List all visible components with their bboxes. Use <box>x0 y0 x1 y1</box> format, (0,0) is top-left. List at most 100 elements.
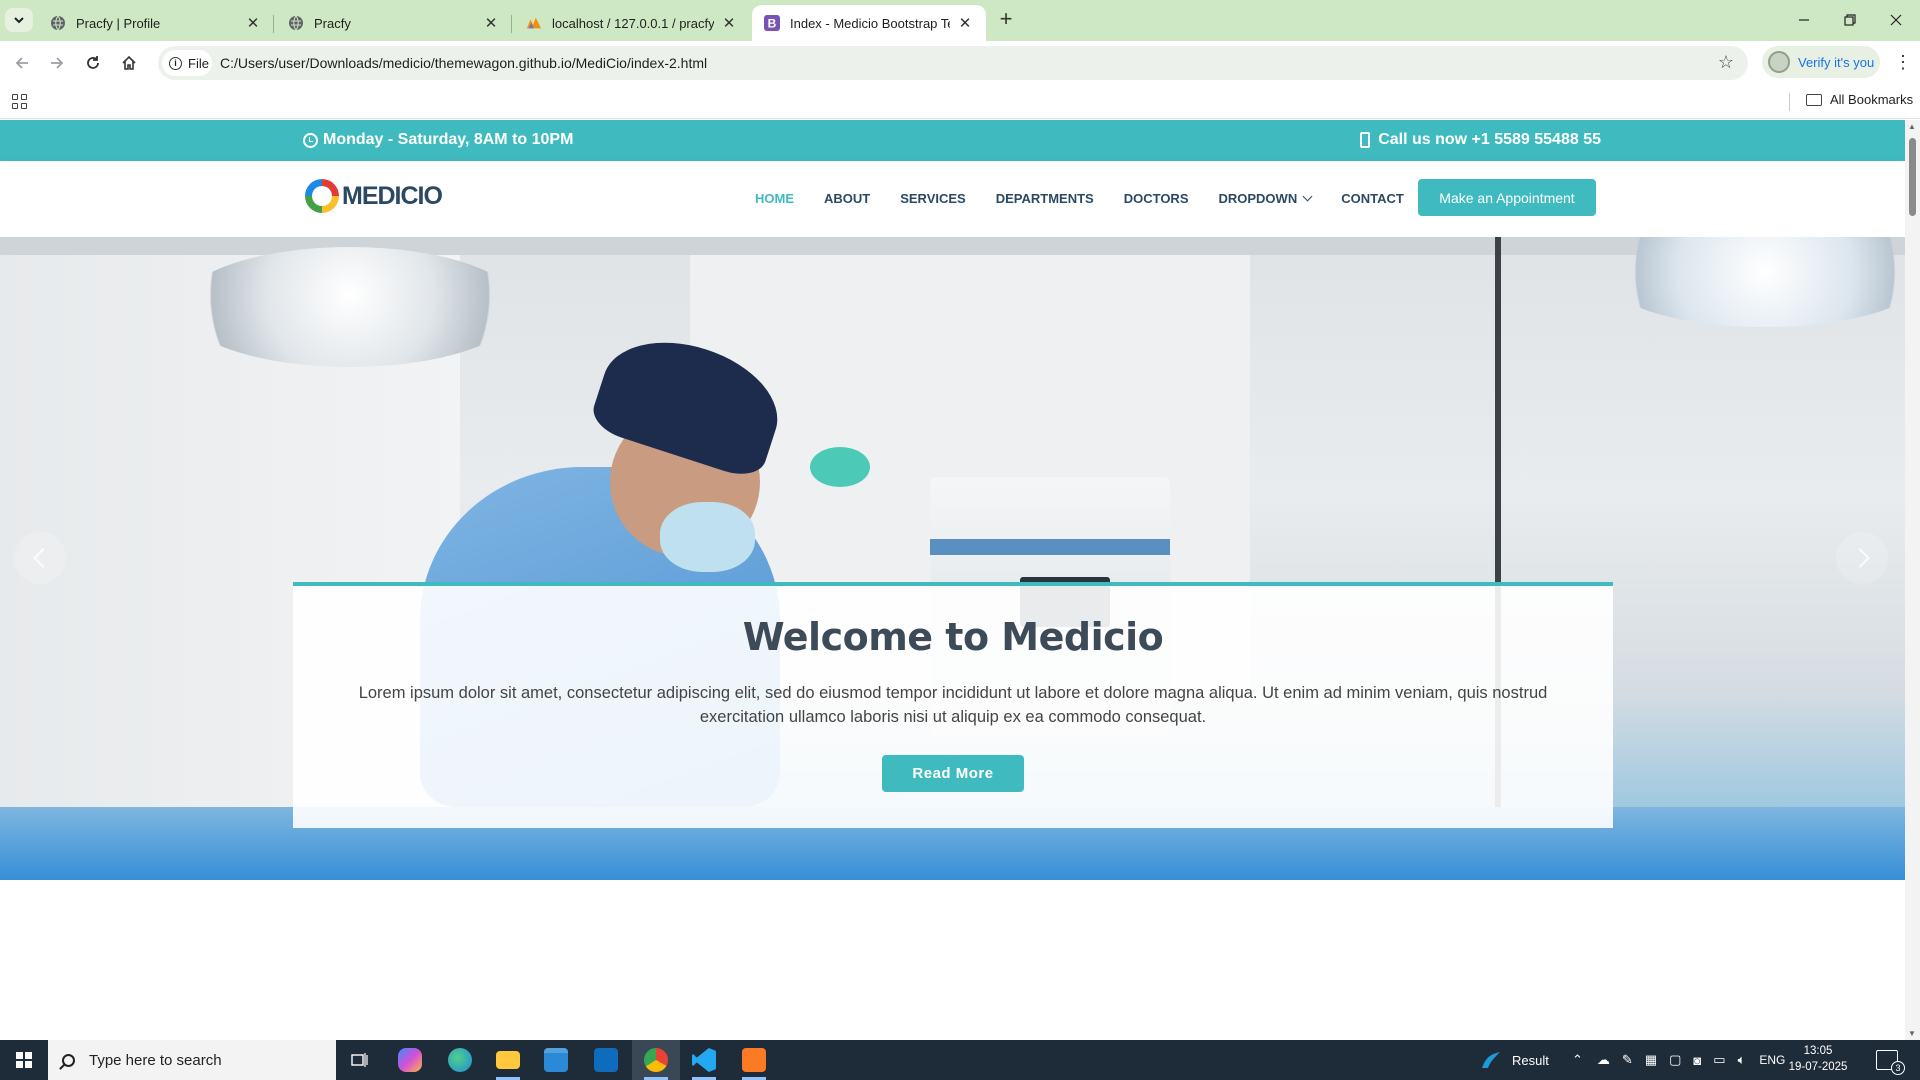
profile-button[interactable]: Verify it's you <box>1762 46 1880 78</box>
cloud-icon[interactable]: ☁ <box>1597 1052 1610 1068</box>
start-button[interactable] <box>0 1040 48 1080</box>
app-tray-icon[interactable]: ▦ <box>1645 1052 1657 1068</box>
restore-button[interactable] <box>1827 0 1873 40</box>
xampp-icon <box>742 1048 766 1072</box>
folder-icon <box>496 1051 520 1069</box>
bookmark-star-icon[interactable]: ☆ <box>1718 52 1734 73</box>
weather-icon <box>1482 1052 1500 1068</box>
scrollbar-thumb[interactable] <box>1909 138 1916 216</box>
close-tab-icon[interactable]: ✕ <box>244 14 262 32</box>
all-bookmarks-label: All Bookmarks <box>1830 92 1914 107</box>
task-view-button[interactable] <box>336 1040 384 1080</box>
forward-button[interactable] <box>44 50 70 76</box>
volume-icon[interactable]: 🔈︎ <box>1738 1052 1746 1068</box>
weather-widget[interactable]: Result <box>1480 1040 1549 1080</box>
close-tab-icon[interactable]: ✕ <box>482 14 500 32</box>
browser-tab-active[interactable]: B Index - Medicio Bootstrap Temp ✕ <box>752 5 986 41</box>
logo-text: MEDICIO <box>342 181 443 210</box>
make-appointment-button[interactable]: Make an Appointment <box>1418 179 1596 216</box>
close-tab-icon[interactable]: ✕ <box>956 14 974 32</box>
tray-overflow-icon[interactable]: ⌃ <box>1572 1052 1583 1068</box>
menu-dots-icon[interactable]: ⋮ <box>1894 53 1912 71</box>
store-button[interactable] <box>532 1040 580 1080</box>
nav-services[interactable]: SERVICES <box>900 191 966 206</box>
chevron-down-icon <box>1302 191 1313 202</box>
edge-icon <box>448 1048 472 1072</box>
page-scrollbar[interactable]: ▲ ▼ <box>1905 120 1920 1040</box>
info-icon: i <box>169 56 182 70</box>
browser-tab[interactable]: Pracfy | Profile ✕ <box>38 5 274 41</box>
address-bar[interactable]: i File C:/Users/user/Downloads/medicio/t… <box>158 46 1748 80</box>
phone-icon <box>1360 132 1371 148</box>
clock-icon <box>303 132 318 148</box>
nav-contact[interactable]: CONTACT <box>1341 191 1404 206</box>
notification-center-button[interactable]: 3 <box>1876 1050 1905 1075</box>
clock-time: 13:05 <box>1803 1045 1833 1057</box>
working-hours-text: Monday - Saturday, 8AM to 10PM <box>323 131 574 148</box>
browser-tab[interactable]: localhost / 127.0.0.1 / pracfy / u ✕ <box>514 5 750 41</box>
url-text[interactable]: C:/Users/user/Downloads/medicio/themewag… <box>220 55 707 71</box>
taskbar-clock[interactable]: 13:05 19-07-2025 <box>1786 1043 1850 1075</box>
vscode-button[interactable] <box>680 1040 728 1080</box>
pen-icon[interactable]: ✎ <box>1622 1052 1633 1068</box>
meet-icon[interactable]: ▢ <box>1669 1052 1681 1068</box>
site-info-chip[interactable]: i File <box>162 50 212 76</box>
chevron-right-icon <box>1849 548 1870 568</box>
working-hours: Monday - Saturday, 8AM to 10PM <box>303 131 573 149</box>
site-header: MEDICIO HOME ABOUT SERVICES DEPARTMENTS … <box>0 161 1905 237</box>
windows-taskbar: Type here to search Result ⌃ ☁ ✎ ▦ ▢ ◙ ▭… <box>0 1040 1920 1080</box>
nav-doctors[interactable]: DOCTORS <box>1124 191 1189 206</box>
nav-home[interactable]: HOME <box>755 191 794 206</box>
network-icon[interactable]: ▭ <box>1713 1052 1725 1068</box>
scroll-down-icon[interactable]: ▼ <box>1908 1029 1916 1038</box>
chevron-left-icon <box>32 548 53 568</box>
vscode-icon <box>692 1048 716 1072</box>
site-logo[interactable]: MEDICIO <box>305 179 443 213</box>
browser-toolbar: i File C:/Users/user/Downloads/medicio/t… <box>0 41 1920 84</box>
hero-carousel: Welcome to Medicio Lorem ipsum dolor sit… <box>0 237 1905 880</box>
back-button[interactable] <box>9 50 35 76</box>
copilot-button[interactable] <box>386 1040 434 1080</box>
minimize-button[interactable] <box>1781 0 1827 40</box>
nav-about[interactable]: ABOUT <box>824 191 870 206</box>
reload-button[interactable] <box>80 50 106 76</box>
nav-departments[interactable]: DEPARTMENTS <box>996 191 1094 206</box>
search-icon <box>62 1053 75 1067</box>
xampp-button[interactable] <box>730 1040 778 1080</box>
carousel-prev-button[interactable] <box>14 532 66 584</box>
edge-button[interactable] <box>436 1040 484 1080</box>
hero-title: Welcome to Medicio <box>742 615 1164 659</box>
weather-label: Result <box>1512 1052 1549 1068</box>
tab-title: Pracfy | Profile <box>76 15 161 31</box>
language-indicator[interactable]: ENG <box>1759 1053 1785 1067</box>
outlook-button[interactable] <box>582 1040 630 1080</box>
browser-tab[interactable]: Pracfy ✕ <box>276 5 512 41</box>
scroll-up-icon[interactable]: ▲ <box>1908 122 1916 131</box>
svg-text:B: B <box>768 17 777 31</box>
new-tab-button[interactable]: + <box>995 8 1017 31</box>
tab-search-button[interactable] <box>5 8 33 32</box>
clock-date: 19-07-2025 <box>1788 1061 1848 1073</box>
close-window-button[interactable] <box>1873 0 1919 40</box>
phone-text: Call us now +1 5589 55488 55 <box>1378 131 1601 148</box>
taskbar-search[interactable]: Type here to search <box>48 1040 336 1080</box>
camera-icon[interactable]: ◙ <box>1693 1053 1701 1068</box>
home-button[interactable] <box>116 50 142 76</box>
close-icon <box>1890 14 1902 26</box>
globe-icon <box>50 15 66 31</box>
restore-icon <box>1844 14 1856 26</box>
logo-ring-icon <box>305 179 339 213</box>
close-tab-icon[interactable]: ✕ <box>720 14 738 32</box>
page-viewport: Monday - Saturday, 8AM to 10PM Call us n… <box>0 120 1905 1040</box>
read-more-button[interactable]: Read More <box>882 755 1024 792</box>
store-icon <box>544 1048 568 1072</box>
carousel-next-button[interactable] <box>1836 532 1888 584</box>
apps-grid-icon[interactable] <box>12 94 28 110</box>
tab-title: Pracfy <box>314 15 351 31</box>
all-bookmarks-button[interactable]: All Bookmarks <box>1806 92 1913 107</box>
nav-dropdown[interactable]: DROPDOWN <box>1218 191 1313 206</box>
file-explorer-button[interactable] <box>484 1040 532 1080</box>
home-icon <box>122 55 136 70</box>
system-tray: ⌃ ☁ ✎ ▦ ▢ ◙ ▭ 🔈︎ ENG <box>1572 1040 1785 1080</box>
chrome-button[interactable] <box>632 1040 680 1080</box>
